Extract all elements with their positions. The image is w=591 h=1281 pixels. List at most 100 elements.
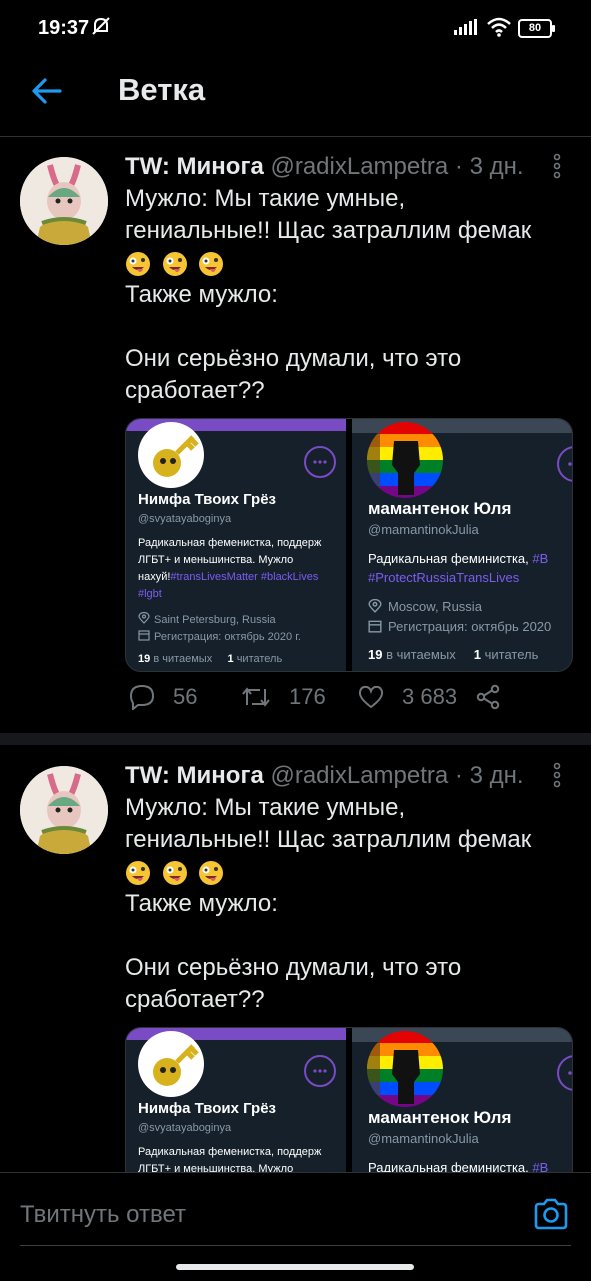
- card-handle: @mamantinokJulia: [368, 1131, 479, 1146]
- zany-face-emoji-icon: [199, 251, 224, 276]
- card-location-text: Moscow, Russia: [388, 599, 482, 614]
- card-location: Moscow, Russia: [368, 598, 482, 614]
- more-button: [304, 1055, 336, 1087]
- zany-face-emoji-icon: [199, 860, 224, 885]
- tweet-line: Они серьёзно думали, что это: [125, 954, 462, 981]
- profile-avatar-key: [138, 1031, 204, 1097]
- signal-icon: [454, 19, 477, 35]
- author-handle[interactable]: @radixLampetra: [270, 762, 448, 789]
- avatar-drawing: [20, 766, 108, 854]
- tweet-text: Мужло: Мы такие умные, гениальные!! Щас …: [125, 792, 565, 1016]
- wifi-icon: [487, 17, 511, 37]
- card-name: мамантенок Юля: [368, 1108, 512, 1127]
- author-name[interactable]: TW: Минога: [125, 153, 264, 180]
- tweet-line: Мужло: Мы такие умные,: [125, 185, 406, 212]
- card-name: мамантенок Юля: [368, 499, 512, 518]
- card-bio-line: Радикальная феменистка, поддерж: [138, 537, 322, 549]
- tweet[interactable]: TW: Минога @radixLampetra · 3 дн. Мужло:…: [0, 137, 591, 733]
- tweet-media[interactable]: Нимфа Твоих Грёз @svyatayaboginya Радика…: [125, 418, 573, 672]
- following-count: 19: [368, 647, 383, 662]
- reply-icon: [129, 684, 155, 710]
- profile-screenshot-left: Нимфа Твоих Грёз @svyatayaboginya Радика…: [126, 419, 346, 671]
- following-label: в читаемых: [386, 647, 456, 662]
- card-handle: @svyatayaboginya: [138, 1122, 232, 1134]
- battery-icon: 80: [518, 19, 555, 38]
- more-horizontal-icon: [568, 462, 572, 466]
- like-count: 3 683: [402, 684, 458, 709]
- share-button[interactable]: [475, 684, 519, 710]
- more-vertical-icon[interactable]: [550, 153, 564, 179]
- reply-underline: [20, 1245, 571, 1246]
- share-icon: [476, 684, 500, 710]
- card-bio-line: нахуй!#transLivesMatter #blackLives: [138, 571, 318, 583]
- arrow-left-icon[interactable]: [30, 74, 64, 108]
- card-joined-text: Регистрация: октябрь 2020: [388, 619, 552, 634]
- tweet-line: гениальные!! Щас затраллим фемак: [125, 826, 532, 853]
- emoji-row: [125, 247, 565, 279]
- followers-count: 1: [227, 653, 234, 665]
- status-time: 19:37: [38, 17, 90, 39]
- tweet-line: гениальные!! Щас затраллим фемак: [125, 217, 532, 244]
- card-hashtags: #lgbt: [138, 588, 162, 600]
- followers-label: читатель: [484, 647, 539, 662]
- followers-label: читатель: [236, 653, 283, 665]
- retweet-button[interactable]: 176: [241, 684, 326, 710]
- pride-fist-avatar: [367, 422, 443, 498]
- card-bio-line: Радикальная феменистка, поддерж: [138, 1146, 322, 1158]
- zany-face-emoji-icon: [162, 860, 187, 885]
- more-horizontal-icon: [313, 460, 327, 464]
- tweet-line: Также мужло:: [125, 281, 278, 308]
- profile-screenshot-right: мамантенок Юля @mamantinokJulia Радикаль…: [352, 419, 572, 671]
- avatar[interactable]: [20, 766, 108, 854]
- card-joined-text: Регистрация: октябрь 2020 г.: [154, 631, 301, 643]
- avatar-drawing: [20, 157, 108, 245]
- card-hashtags: #B: [532, 551, 549, 566]
- tweet-time: 3 дн.: [469, 762, 524, 789]
- reply-button[interactable]: 56: [129, 684, 197, 710]
- card-bio-line: #lgbt: [138, 588, 162, 600]
- tweet[interactable]: TW: Минога @radixLampetra · 3 дн. Мужло:…: [0, 746, 591, 1281]
- tweet-line: сработает??: [125, 377, 265, 404]
- zany-face-emoji-icon: [126, 860, 150, 885]
- avatar[interactable]: [20, 157, 108, 245]
- more-vertical-icon[interactable]: [550, 762, 564, 788]
- emoji-row: [125, 856, 565, 888]
- more-horizontal-icon: [313, 1069, 327, 1073]
- tweet-line: Также мужло:: [125, 890, 278, 917]
- reply-input[interactable]: Твитнуть ответ: [20, 1201, 186, 1229]
- card-follow-stats: 19 в читаемых 1 читатель: [138, 653, 282, 665]
- zany-face-emoji-icon: [162, 251, 187, 276]
- top-app-bar: Ветка: [0, 56, 591, 137]
- retweet-icon: [242, 687, 270, 707]
- profile-avatar-key: [138, 422, 204, 488]
- separator-dot: ·: [454, 153, 463, 180]
- tweet-header: TW: Минога @radixLampetra · 3 дн.: [125, 762, 524, 790]
- author-name[interactable]: TW: Минога: [125, 762, 264, 789]
- card-hashtags: #transLivesMatter #blackLives: [170, 571, 319, 583]
- card-bio-line: Радикальная феминистка, #B: [368, 551, 548, 566]
- retweet-count: 176: [289, 684, 326, 709]
- home-indicator: [176, 1264, 414, 1270]
- card-bio-line: ЛГБТ+ и меньшинства. Мужло: [138, 554, 294, 566]
- tweet-time: 3 дн.: [469, 153, 524, 180]
- page-title: Ветка: [118, 72, 206, 107]
- following-label: в читаемых: [153, 653, 213, 665]
- calendar-icon: [368, 620, 382, 633]
- card-handle: @mamantinokJulia: [368, 522, 479, 537]
- card-location: Saint Petersburg, Russia: [138, 611, 276, 626]
- reply-count: 56: [173, 684, 198, 709]
- calendar-icon: [138, 630, 150, 641]
- card-joined: Регистрация: октябрь 2020 г.: [138, 629, 301, 643]
- card-bio-text: Радикальная феминистка,: [368, 551, 533, 566]
- reply-composer: Твитнуть ответ: [0, 1172, 591, 1281]
- author-handle[interactable]: @radixLampetra: [270, 153, 448, 180]
- more-button: [557, 1055, 572, 1091]
- followers-count: 1: [473, 647, 481, 662]
- status-bar: 19:37 80: [0, 0, 591, 56]
- separator-dot: ·: [454, 762, 463, 789]
- like-button[interactable]: 3 683: [358, 684, 457, 710]
- camera-icon[interactable]: [532, 1195, 570, 1233]
- location-pin-icon: [138, 611, 150, 624]
- card-bio-line: #ProtectRussiaTransLives: [368, 570, 519, 585]
- card-name: Нимфа Твоих Грёз: [138, 1100, 276, 1117]
